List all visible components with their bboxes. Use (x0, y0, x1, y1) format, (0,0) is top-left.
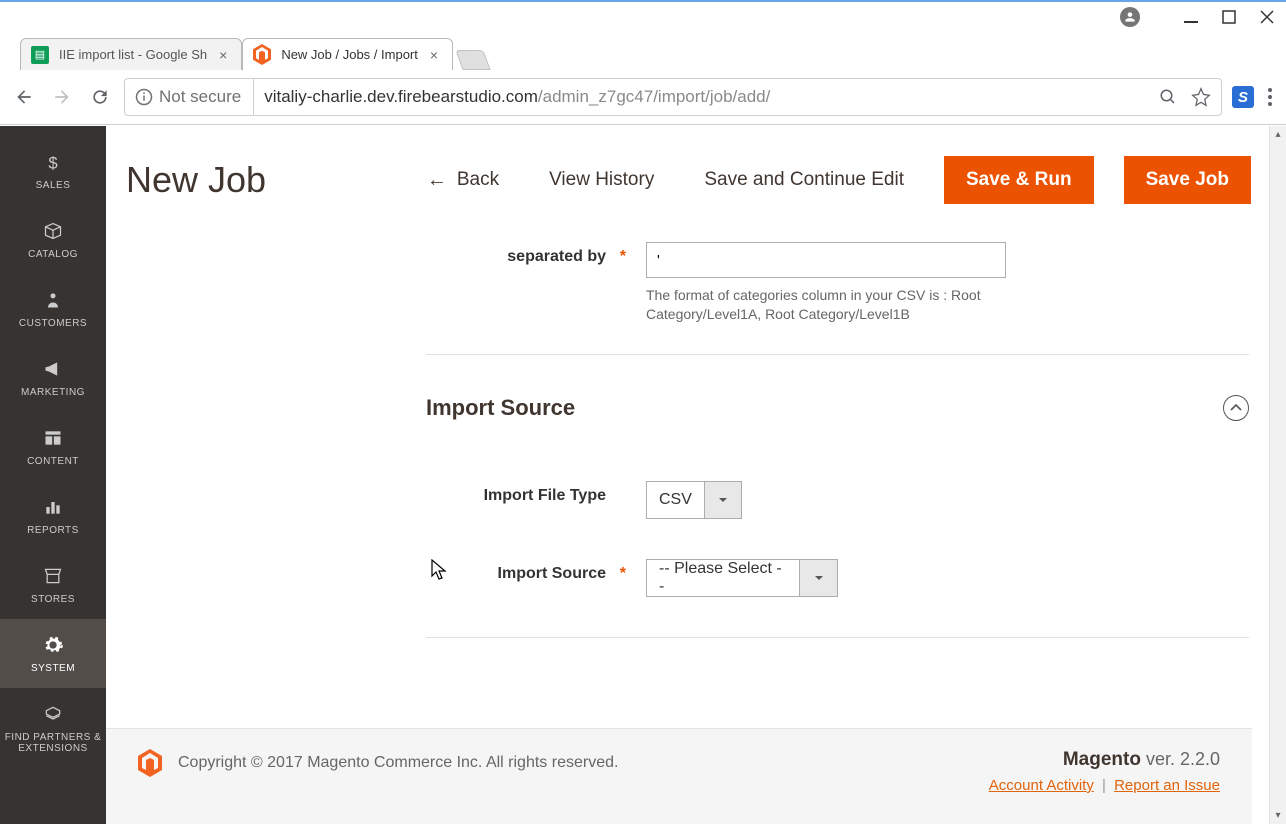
page-toolbar: New Job ← Back View History Save and Con… (106, 126, 1269, 228)
mouse-cursor-icon (431, 559, 449, 581)
sidebar-item-system[interactable]: SYSTEM (0, 619, 106, 688)
store-icon (41, 564, 65, 588)
brand-name: Magento (1063, 749, 1141, 770)
save-job-button[interactable]: Save Job (1124, 156, 1251, 204)
import-source-section-title: Import Source (426, 395, 575, 421)
scroll-up-icon[interactable]: ▴ (1270, 126, 1286, 143)
sidebar-item-stores[interactable]: STORES (0, 550, 106, 619)
dollar-icon: $ (41, 150, 65, 174)
zoom-icon[interactable] (1159, 88, 1177, 106)
url-text: vitaliy-charlie.dev.firebearstudio.com/a… (264, 87, 770, 107)
box-icon (41, 219, 65, 243)
tab-close-icon[interactable]: × (430, 47, 438, 63)
browser-chrome: ▤ IIE import list - Google Sh × New Job … (0, 0, 1286, 125)
page-footer: Copyright © 2017 Magento Commerce Inc. A… (106, 728, 1252, 824)
tab-magento[interactable]: New Job / Jobs / Import × (242, 38, 453, 70)
tab-google-sheets[interactable]: ▤ IIE import list - Google Sh × (20, 38, 242, 70)
megaphone-icon (41, 357, 65, 381)
reload-button[interactable] (86, 83, 114, 111)
page-title: New Job (126, 159, 266, 201)
view-history-link[interactable]: View History (539, 169, 664, 191)
copyright-text: Copyright © 2017 Magento Commerce Inc. A… (178, 754, 618, 772)
extension-s-icon[interactable]: S (1232, 86, 1254, 108)
tab-close-icon[interactable]: × (219, 47, 227, 63)
magento-logo-icon (138, 749, 162, 777)
security-indicator[interactable]: Not secure (135, 79, 254, 115)
browser-menu-icon[interactable] (1264, 84, 1276, 110)
import-source-select[interactable]: -- Please Select -- (646, 559, 838, 597)
svg-text:$: $ (48, 154, 57, 172)
separated-by-input[interactable] (646, 242, 1006, 278)
minimize-icon[interactable] (1184, 10, 1198, 24)
address-row: Not secure vitaliy-charlie.dev.firebears… (0, 70, 1286, 124)
file-type-label: Import File Type (484, 487, 606, 504)
collapse-toggle[interactable] (1223, 395, 1249, 421)
new-tab-button[interactable] (455, 50, 490, 70)
scroll-down-icon[interactable]: ▾ (1270, 807, 1286, 824)
profile-icon[interactable] (1120, 7, 1140, 27)
person-icon (41, 288, 65, 312)
chevron-down-icon (704, 482, 741, 518)
file-type-select[interactable]: CSV (646, 481, 742, 519)
account-activity-link[interactable]: Account Activity (989, 777, 1094, 794)
separated-by-help: The format of categories column in your … (646, 286, 1026, 324)
arrow-left-icon: ← (427, 169, 447, 192)
report-issue-link[interactable]: Report an Issue (1114, 777, 1220, 794)
sidebar-item-content[interactable]: CONTENT (0, 412, 106, 481)
sheets-icon: ▤ (31, 46, 49, 64)
forward-button[interactable] (48, 83, 76, 111)
close-icon[interactable] (1260, 10, 1274, 24)
sidebar-item-partners[interactable]: FIND PARTNERS & EXTENSIONS (0, 688, 106, 768)
back-button[interactable] (10, 83, 38, 111)
bars-icon (41, 495, 65, 519)
partners-icon (41, 702, 65, 726)
save-continue-link[interactable]: Save and Continue Edit (694, 169, 914, 191)
tab-strip: ▤ IIE import list - Google Sh × New Job … (0, 32, 1286, 70)
chevron-down-icon (799, 560, 837, 596)
window-controls (0, 2, 1286, 32)
address-bar[interactable]: Not secure vitaliy-charlie.dev.firebears… (124, 78, 1222, 116)
sidebar-item-catalog[interactable]: CATALOG (0, 205, 106, 274)
required-star-icon: * (612, 565, 626, 583)
tab-label: New Job / Jobs / Import (281, 47, 418, 62)
import-source-label: Import Source (498, 565, 606, 582)
admin-sidebar: $SALES CATALOG CUSTOMERS MARKETING CONTE… (0, 126, 106, 824)
separated-by-label: separated by (507, 248, 606, 265)
version-text: ver. 2.2.0 (1146, 749, 1220, 769)
magento-icon (253, 46, 271, 64)
required-star-icon: * (612, 248, 626, 266)
gear-icon (41, 633, 65, 657)
maximize-icon[interactable] (1222, 10, 1236, 24)
back-link[interactable]: ← Back (417, 169, 509, 192)
sidebar-item-marketing[interactable]: MARKETING (0, 343, 106, 412)
bookmark-star-icon[interactable] (1191, 87, 1211, 107)
not-secure-label: Not secure (159, 87, 241, 107)
sidebar-item-customers[interactable]: CUSTOMERS (0, 274, 106, 343)
chevron-up-icon (1230, 402, 1242, 414)
tab-label: IIE import list - Google Sh (59, 47, 207, 62)
save-run-button[interactable]: Save & Run (944, 156, 1094, 204)
scrollbar[interactable]: ▴ ▾ (1269, 126, 1286, 824)
sidebar-item-sales[interactable]: $SALES (0, 136, 106, 205)
content-icon (41, 426, 65, 450)
sidebar-item-reports[interactable]: REPORTS (0, 481, 106, 550)
